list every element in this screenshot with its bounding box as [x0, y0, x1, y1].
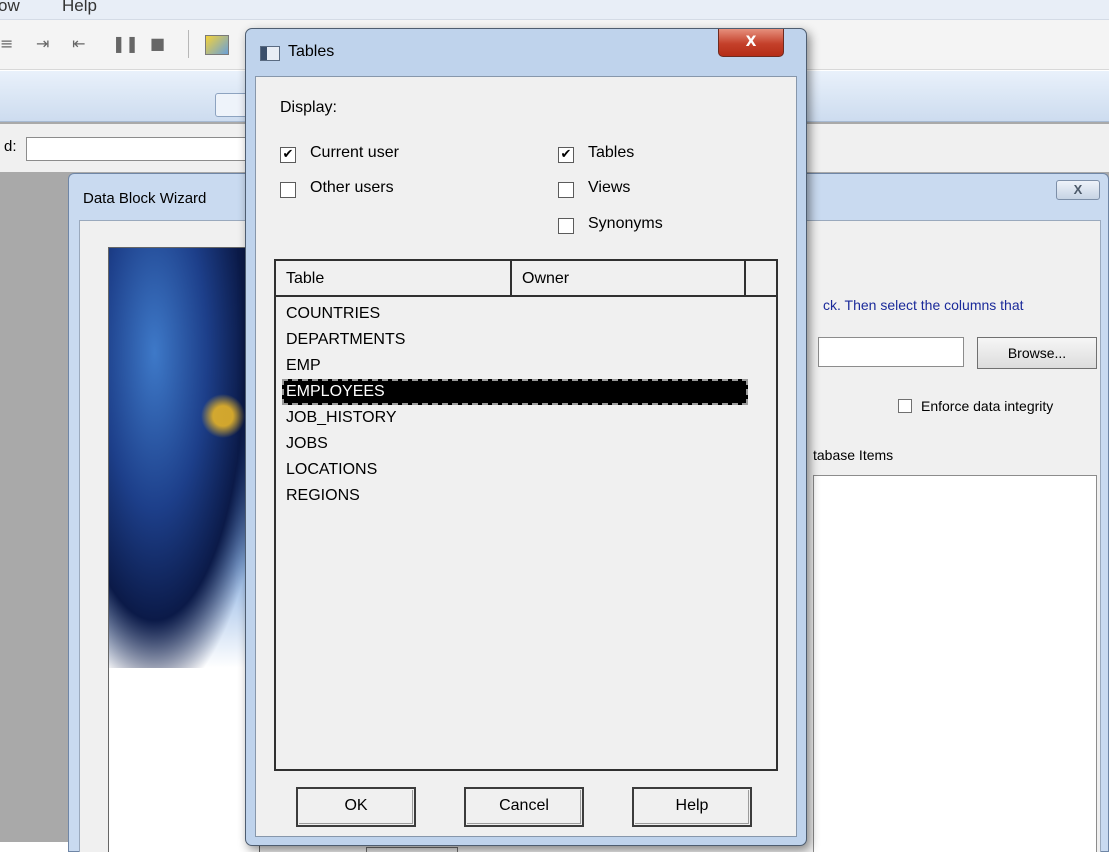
table-row-selected[interactable]: EMPLOYEES: [282, 379, 748, 405]
indent-icon[interactable]: ⇥: [36, 34, 49, 53]
close-icon: X: [745, 34, 757, 50]
views-checkbox[interactable]: [558, 182, 574, 198]
find-label: d:: [4, 138, 17, 155]
help-label: Help: [675, 797, 709, 814]
column-header-table[interactable]: Table: [276, 261, 512, 297]
enforce-integrity-checkbox[interactable]: Enforce data integrity: [898, 398, 1053, 414]
current-user-label[interactable]: Current user: [310, 144, 399, 162]
browse-label: Browse...: [1007, 345, 1067, 361]
wizard-title: Data Block Wizard: [83, 190, 207, 207]
table-row[interactable]: JOBS: [282, 431, 748, 457]
column-header-owner[interactable]: Owner: [512, 261, 746, 297]
help-button[interactable]: Help: [632, 787, 752, 827]
menu-help[interactable]: Help: [62, 0, 97, 16]
dialog-title: Tables: [288, 43, 335, 60]
enforce-checkbox-box[interactable]: [898, 399, 912, 413]
table-row[interactable]: JOB_HISTORY: [282, 405, 748, 431]
table-rows: COUNTRIES DEPARTMENTS EMP EMPLOYEES JOB_…: [282, 301, 748, 509]
table-row[interactable]: EMP: [282, 353, 748, 379]
ok-label: OK: [344, 797, 368, 814]
other-users-label[interactable]: Other users: [310, 179, 394, 197]
synonyms-label[interactable]: Synonyms: [588, 215, 663, 233]
synonyms-checkbox[interactable]: [558, 218, 574, 234]
other-users-checkbox[interactable]: [280, 182, 296, 198]
display-label: Display:: [280, 99, 337, 116]
current-user-checkbox[interactable]: ✔: [280, 147, 296, 163]
outdent-icon[interactable]: ⇤: [72, 34, 85, 53]
stop-icon[interactable]: ■: [150, 34, 165, 53]
database-items-list[interactable]: [813, 475, 1097, 852]
dialog-close-button[interactable]: X: [718, 29, 784, 57]
table-row[interactable]: COUNTRIES: [282, 301, 748, 327]
browse-button[interactable]: Browse...: [977, 337, 1097, 369]
enforce-label: Enforce data integrity: [921, 398, 1054, 414]
tables-dialog: Tables X Display: ✔ Current user Other u…: [245, 28, 807, 846]
column-header-filler: [746, 261, 776, 297]
close-icon: X: [1073, 182, 1083, 197]
table-row[interactable]: LOCATIONS: [282, 457, 748, 483]
ok-button[interactable]: OK: [296, 787, 416, 827]
cancel-label: Cancel: [499, 797, 549, 814]
wizard-close-button[interactable]: X: [1056, 180, 1100, 200]
table-name-input[interactable]: [818, 337, 964, 367]
views-label[interactable]: Views: [588, 179, 630, 197]
find-input[interactable]: [26, 137, 266, 161]
toolbar-separator: [188, 30, 189, 58]
table-row[interactable]: REGIONS: [282, 483, 748, 509]
tables-list[interactable]: Table Owner COUNTRIES DEPARTMENTS EMP EM…: [274, 259, 778, 771]
database-items-label: tabase Items: [813, 447, 894, 463]
menu-window[interactable]: ow: [0, 0, 20, 16]
pause-icon[interactable]: ❚❚: [112, 34, 139, 53]
globe-art-image: [109, 248, 259, 668]
tables-checkbox[interactable]: ✔: [558, 147, 574, 163]
align-center-icon[interactable]: ≡: [0, 34, 13, 53]
minimize-pane-button[interactable]: [215, 93, 249, 117]
window-icon: [260, 46, 280, 61]
wizard-instruction: ck. Then select the columns that: [823, 297, 1024, 313]
data-block-wizard-icon[interactable]: [205, 35, 229, 55]
wizard-illustration: [108, 247, 260, 852]
table-row[interactable]: DEPARTMENTS: [282, 327, 748, 353]
wizard-partial-control: [366, 847, 458, 852]
menu-bar: ow Help: [0, 0, 1109, 20]
tables-label[interactable]: Tables: [588, 144, 634, 162]
dialog-body: Display: ✔ Current user Other users ✔ Ta…: [255, 76, 797, 837]
cancel-button[interactable]: Cancel: [464, 787, 584, 827]
